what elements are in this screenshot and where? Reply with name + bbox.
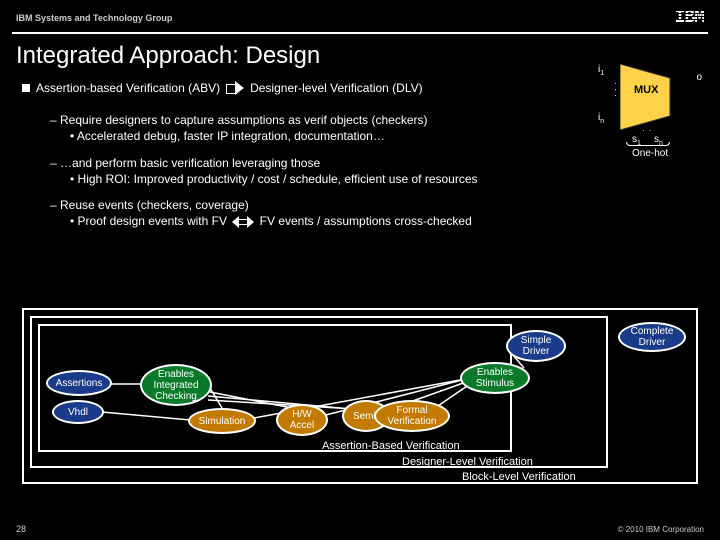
copyright: © 2010 IBM Corporation [618, 525, 704, 534]
layers-diagram: Assertions Vhdl Enables Integrated Check… [22, 308, 698, 504]
abv-text: Assertion-based Verification (ABV) [36, 80, 220, 96]
oval-simple-driver: Simple Driver [506, 330, 566, 362]
reuse-line1: Reuse events (checkers, coverage) [50, 197, 698, 213]
dots-horizontal-icon: · · [642, 126, 653, 135]
oval-assertions: Assertions [46, 370, 112, 396]
brace-icon [626, 142, 670, 146]
label-dlv: Designer-Level Verification [402, 456, 533, 468]
mux-label: MUX [634, 84, 658, 96]
arrow-right-icon [226, 82, 244, 94]
label-blv: Block-Level Verification [462, 471, 576, 483]
mux-onehot: One-hot [632, 148, 668, 159]
mux-o: o [696, 72, 702, 83]
page-number: 28 [16, 524, 26, 534]
oval-formal: Formal Verification [374, 400, 450, 432]
label-abv: Assertion-Based Verification [322, 440, 460, 452]
reuse-l2a: Proof design events with FV [70, 214, 227, 228]
ibm-logo: IBM [675, 8, 704, 28]
oval-simulation: Simulation [188, 408, 256, 434]
oval-stimulus: Enables Stimulus [460, 362, 530, 394]
dlv-text: Designer-level Verification (DLV) [250, 80, 423, 96]
oval-vhdl: Vhdl [52, 400, 104, 424]
reuse-l2b: FV events / assumptions cross-checked [260, 214, 472, 228]
oval-checking: Enables Integrated Checking [140, 364, 212, 406]
oval-hw-accel: H/W Accel [276, 404, 328, 436]
header-group: IBM Systems and Technology Group [16, 13, 172, 23]
mux-i1: i1 [598, 64, 604, 77]
reuse-line2: Proof design events with FV FV events / … [70, 213, 698, 229]
mux-in: in [598, 112, 604, 125]
double-arrow-icon [232, 216, 254, 228]
square-bullet-icon [22, 84, 30, 92]
mux-shape [620, 64, 680, 130]
oval-complete-driver: Complete Driver [618, 322, 686, 352]
mux-diagram: MUX i1 ··· in o s1 · · sn One-hot [592, 64, 702, 174]
dots-vertical-icon: ··· [614, 80, 617, 98]
